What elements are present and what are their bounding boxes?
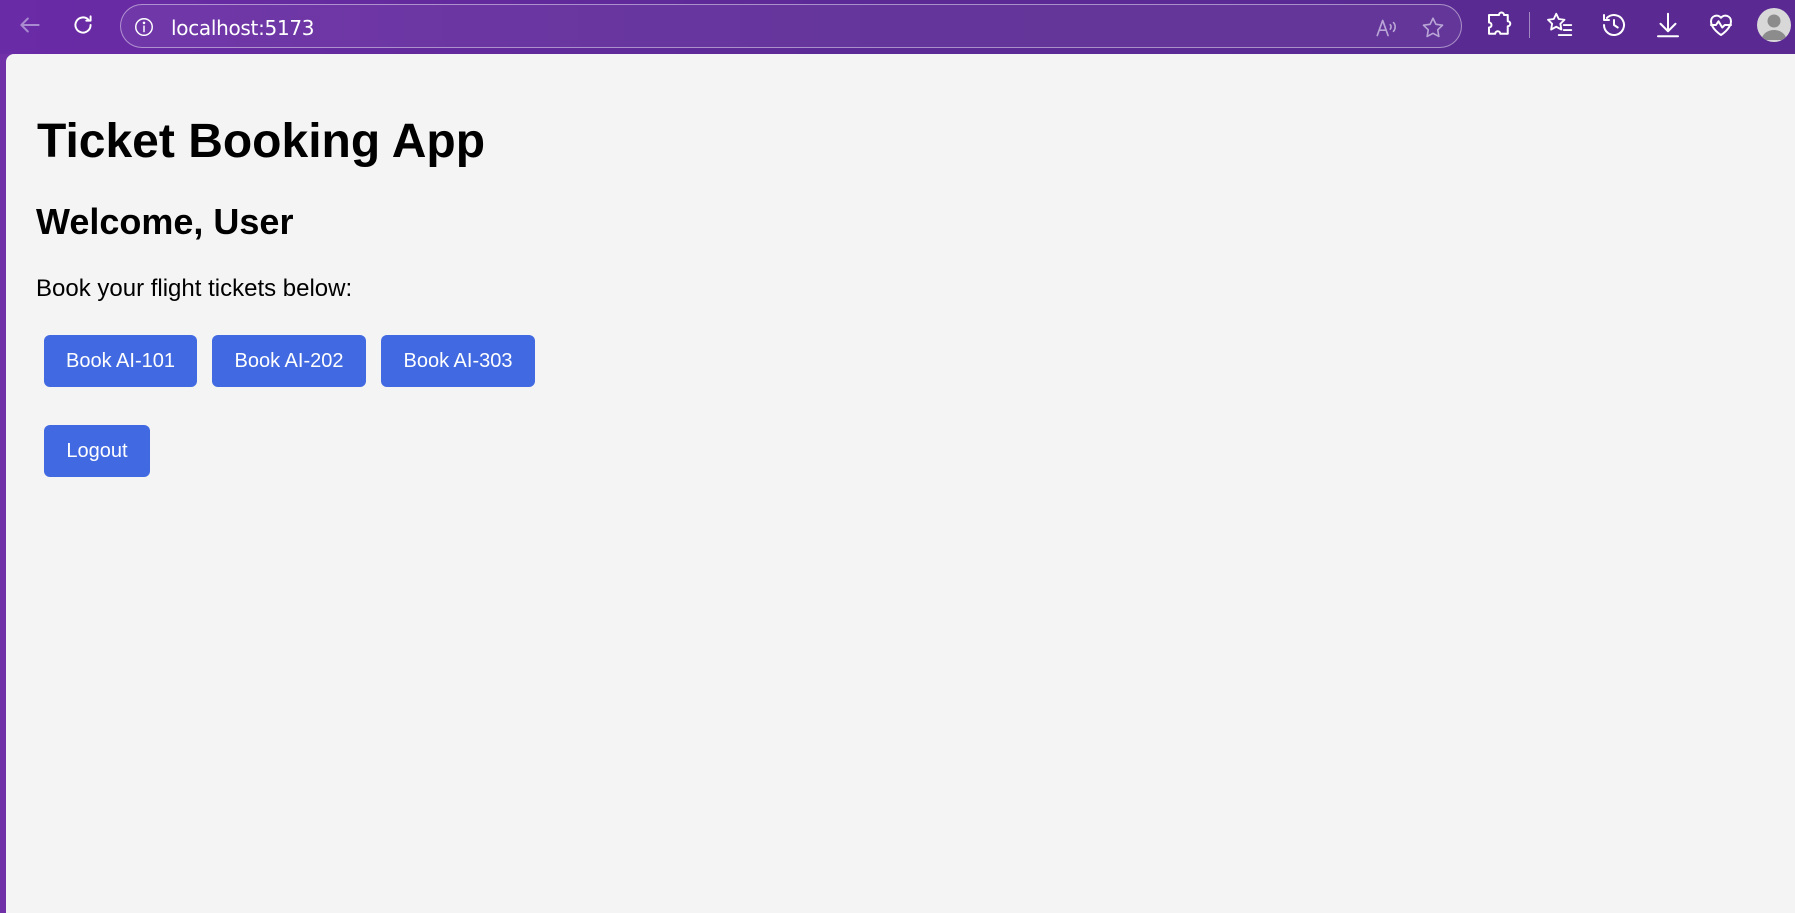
extensions-icon[interactable] [1484,10,1514,40]
book-ai-202-button[interactable]: Book AI-202 [212,335,366,387]
browser-toolbar: localhost:5173 [0,0,1795,54]
address-bar[interactable]: localhost:5173 [120,4,1462,48]
user-avatar-icon [1761,14,1787,40]
refresh-icon [74,15,92,34]
favorites-icon[interactable] [1545,10,1575,40]
book-ai-101-button[interactable]: Book AI-101 [44,335,197,387]
history-icon[interactable] [1599,10,1629,40]
app-title: Ticket Booking App [37,115,486,168]
toolbar-separator [1529,12,1530,38]
logout-button[interactable]: Logout [44,425,150,477]
back-icon [20,17,40,33]
url-text[interactable]: localhost:5173 [171,16,315,40]
refresh-button[interactable] [66,8,100,42]
downloads-icon[interactable] [1653,10,1683,40]
favorite-star-icon[interactable] [1420,15,1446,41]
booking-prompt: Book your flight tickets below: [36,275,353,302]
back-button[interactable] [13,8,47,42]
site-info-icon[interactable] [133,16,155,38]
read-aloud-icon[interactable] [1374,15,1400,41]
book-ai-303-button[interactable]: Book AI-303 [381,335,535,387]
page-viewport: Ticket Booking App Welcome, User Book yo… [6,54,1795,913]
browser-essentials-icon[interactable] [1706,10,1736,40]
welcome-heading: Welcome, User [36,201,294,242]
profile-avatar[interactable] [1757,8,1791,42]
